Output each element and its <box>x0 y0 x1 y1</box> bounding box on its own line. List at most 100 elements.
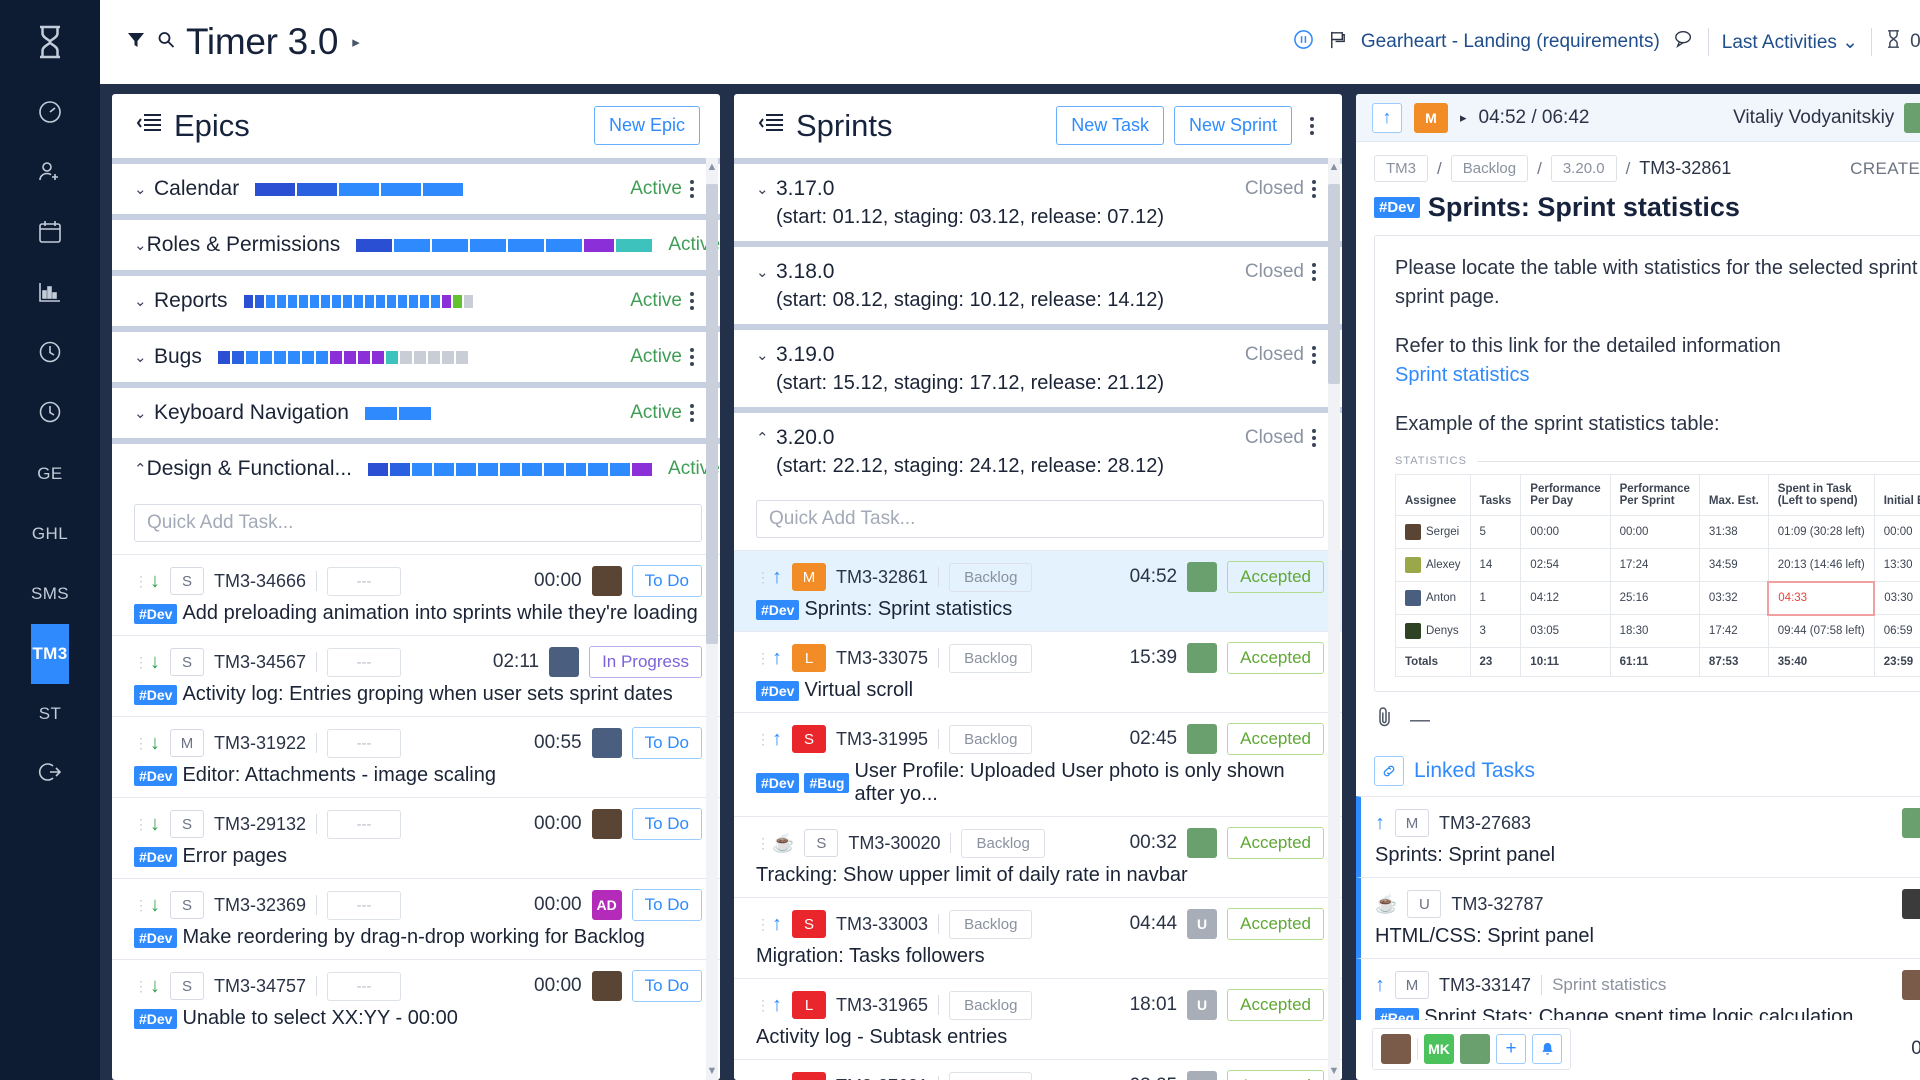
task-id[interactable]: TM3-34666 <box>214 571 306 592</box>
avatar[interactable]: U <box>1187 1071 1218 1080</box>
status-badge[interactable]: To Do <box>631 565 702 597</box>
sprint-more-menu-icon[interactable] <box>1304 176 1324 202</box>
avatar[interactable]: U <box>1187 990 1218 1020</box>
task-id[interactable]: TM3-31965 <box>836 995 928 1016</box>
last-activities-dropdown[interactable]: Last Activities ⌄ <box>1722 31 1858 54</box>
task-row[interactable]: ⋮ ↓ S TM3-29132 --- 00:00 To Do #Dev Erro… <box>112 797 720 878</box>
sprint-more-menu-icon[interactable] <box>1304 342 1324 368</box>
rail-item-bar-chart[interactable] <box>31 264 69 324</box>
drag-handle[interactable]: ⋮ <box>134 816 148 833</box>
epic-group-row[interactable]: ⌃ Design & Functional... Active <box>112 438 720 494</box>
drag-handle[interactable]: ⋮ <box>756 835 770 852</box>
drag-handle[interactable]: ⋮ <box>134 573 148 590</box>
sprint-group-row[interactable]: ⌄ 3.18.0 Closed (start: 08.12, staging: … <box>734 241 1342 324</box>
chevron-icon[interactable]: ⌄ <box>756 346 776 364</box>
task-id[interactable]: TM3-32787 <box>1451 894 1543 915</box>
flag-icon[interactable] <box>1327 29 1348 56</box>
rail-item-tm3[interactable]: TM3 <box>30 624 70 684</box>
task-title[interactable]: Activity log: Entries groping when user … <box>182 683 672 706</box>
avatar[interactable]: AD <box>591 890 622 920</box>
task-tag[interactable]: Backlog <box>949 724 1033 754</box>
rail-item-user-add[interactable] <box>31 144 69 204</box>
task-id[interactable]: TM3-29132 <box>214 814 306 835</box>
epic-more-menu-icon[interactable] <box>682 288 702 314</box>
task-row[interactable]: ⋮ ↑ L TM3-31965 Backlog 18:01 U Accepted… <box>734 978 1342 1059</box>
chevron-icon[interactable]: ⌄ <box>756 180 776 198</box>
task-id[interactable]: TM3-33147 <box>1439 975 1531 996</box>
sprints-scroll-thumb[interactable] <box>1328 184 1340 384</box>
quick-add-task-input-sprints[interactable] <box>756 500 1324 538</box>
task-id[interactable]: TM3-27683 <box>1439 813 1531 834</box>
status-badge[interactable]: Accepted <box>1227 642 1324 674</box>
rail-item-speedometer[interactable] <box>31 84 69 144</box>
avatar[interactable]: MK <box>1424 1034 1454 1064</box>
scroll-up-icon[interactable]: ▲ <box>1329 161 1340 173</box>
task-title[interactable]: Activity log - Subtask entries <box>756 1026 1007 1049</box>
breadcrumb-project[interactable]: TM3 <box>1374 155 1428 182</box>
breadcrumb-sprint[interactable]: 3.20.0 <box>1550 155 1617 182</box>
breadcrumb-backlog[interactable]: Backlog <box>1450 155 1529 182</box>
epic-group-row[interactable]: ⌄ Roles & Permissions Active <box>112 214 720 270</box>
task-title[interactable]: Virtual scroll <box>804 679 913 702</box>
epic-group-row[interactable]: ⌄ Reports Active <box>112 270 720 326</box>
drag-handle[interactable]: ⋮ <box>756 916 770 933</box>
task-label[interactable]: #Dev <box>756 599 800 620</box>
chevron-icon[interactable]: ⌄ <box>134 180 154 198</box>
avatar[interactable] <box>1904 102 1920 133</box>
task-tag[interactable]: Backlog <box>949 1071 1033 1080</box>
task-row[interactable]: ⋮ ↑ S TM3-27681 Backlog 03:25 U Accepted <box>734 1059 1342 1080</box>
status-badge[interactable]: Accepted <box>1227 989 1324 1021</box>
play-icon[interactable]: ▸ <box>1460 110 1467 126</box>
task-label[interactable]: #Dev <box>756 680 800 701</box>
epic-group-row[interactable]: ⌄ Calendar Active <box>112 158 720 214</box>
task-title[interactable]: Error pages <box>182 845 287 868</box>
task-id[interactable]: TM3-30020 <box>848 833 940 854</box>
epic-more-menu-icon[interactable] <box>682 176 702 202</box>
task-tag[interactable]: --- <box>327 566 402 596</box>
drag-handle[interactable]: ⋮ <box>134 735 148 752</box>
task-tag[interactable]: Backlog <box>961 828 1045 858</box>
app-logo[interactable] <box>0 0 100 84</box>
scroll-up-icon[interactable]: ▲ <box>707 161 718 173</box>
project-name[interactable]: Gearheart - Landing (requirements) <box>1361 31 1660 53</box>
task-title[interactable]: Tracking: Show upper limit of daily rate… <box>756 864 1188 887</box>
task-row[interactable]: ⋮ ☕ S TM3-30020 Backlog 00:32 Accepted T… <box>734 816 1342 897</box>
avatar[interactable] <box>1187 724 1218 754</box>
pause-circle-icon[interactable] <box>1293 29 1314 56</box>
task-tag[interactable]: --- <box>327 971 402 1001</box>
task-id[interactable]: TM3-34757 <box>214 976 306 997</box>
task-tag[interactable]: --- <box>327 890 402 920</box>
sprint-group-row[interactable]: ⌄ 3.17.0 Closed (start: 01.12, staging: … <box>734 158 1342 241</box>
drag-handle[interactable]: ⋮ <box>134 978 148 995</box>
epics-quick-add[interactable] <box>134 504 702 542</box>
chevron-icon[interactable]: ⌄ <box>134 348 154 366</box>
paperclip-icon[interactable] <box>1376 706 1394 734</box>
task-label-dev[interactable]: #Dev <box>1374 197 1420 218</box>
sprint-statistics-link[interactable]: Sprint statistics <box>1395 364 1529 386</box>
list-collapse-icon[interactable] <box>758 112 784 139</box>
rail-item-ge[interactable]: GE <box>31 444 69 504</box>
avatar[interactable] <box>1902 889 1920 919</box>
bell-icon[interactable] <box>1532 1034 1562 1064</box>
new-epic-button[interactable]: New Epic <box>593 106 700 145</box>
status-badge[interactable]: To Do <box>631 970 702 1002</box>
drag-handle[interactable]: ⋮ <box>756 997 770 1014</box>
link-icon[interactable] <box>1374 756 1404 786</box>
avatar[interactable] <box>591 728 622 758</box>
sprint-more-menu-icon[interactable] <box>1304 259 1324 285</box>
rail-item-ghl[interactable]: GHL <box>31 504 69 564</box>
task-row[interactable]: ⋮ ↓ S TM3-34567 --- 02:11 In Progress #D… <box>112 635 720 716</box>
task-title[interactable]: User Profile: Uploaded User photo is onl… <box>854 760 1324 806</box>
task-label[interactable]: #Dev <box>756 773 800 793</box>
task-title[interactable]: Sprints: Sprint statistics <box>804 598 1012 621</box>
drag-handle[interactable]: ⋮ <box>756 569 770 586</box>
task-label[interactable]: #Dev <box>134 927 178 948</box>
task-id[interactable]: TM3-34567 <box>214 652 306 673</box>
avatar[interactable] <box>1381 1034 1411 1064</box>
avatar[interactable] <box>591 566 622 596</box>
chevron-icon[interactable]: ⌃ <box>134 460 147 478</box>
avatar[interactable] <box>591 809 622 839</box>
task-title[interactable]: Sprints: Sprint panel <box>1375 844 1555 867</box>
chevron-icon[interactable]: ⌄ <box>756 263 776 281</box>
sprints-more-menu-icon[interactable] <box>1302 113 1322 139</box>
